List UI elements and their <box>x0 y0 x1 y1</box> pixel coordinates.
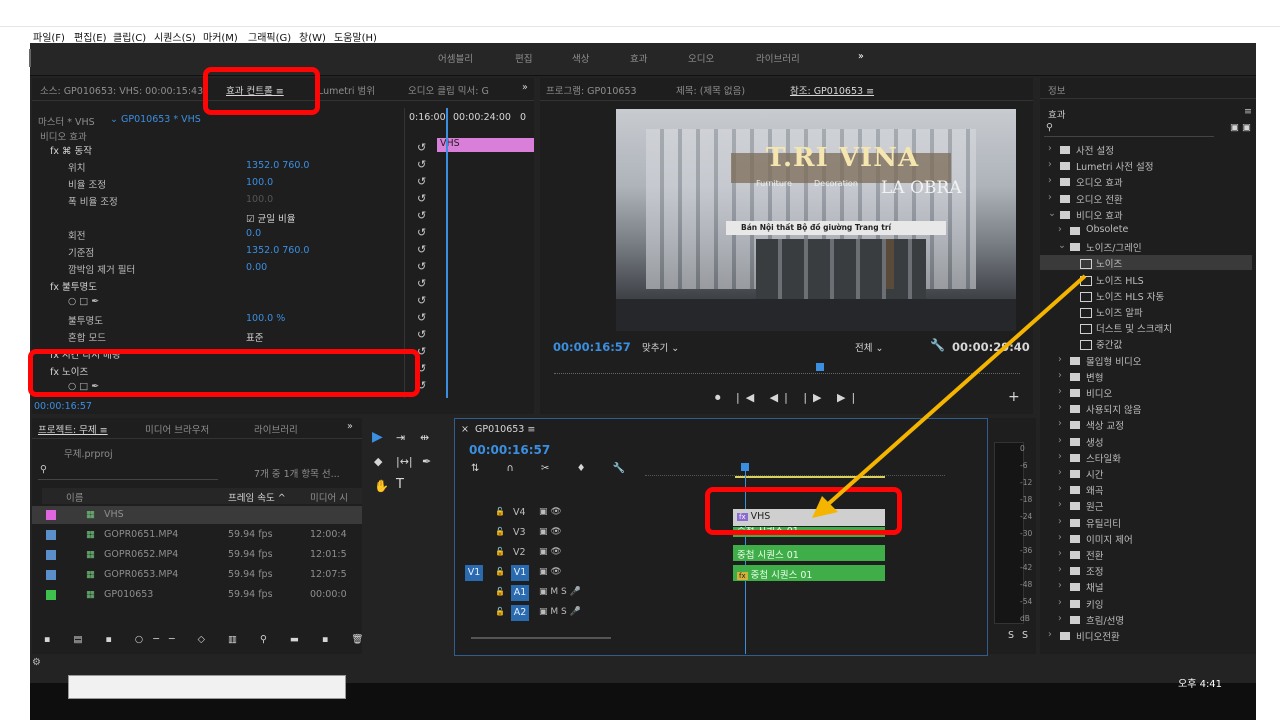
drag-arrow <box>812 274 1087 518</box>
